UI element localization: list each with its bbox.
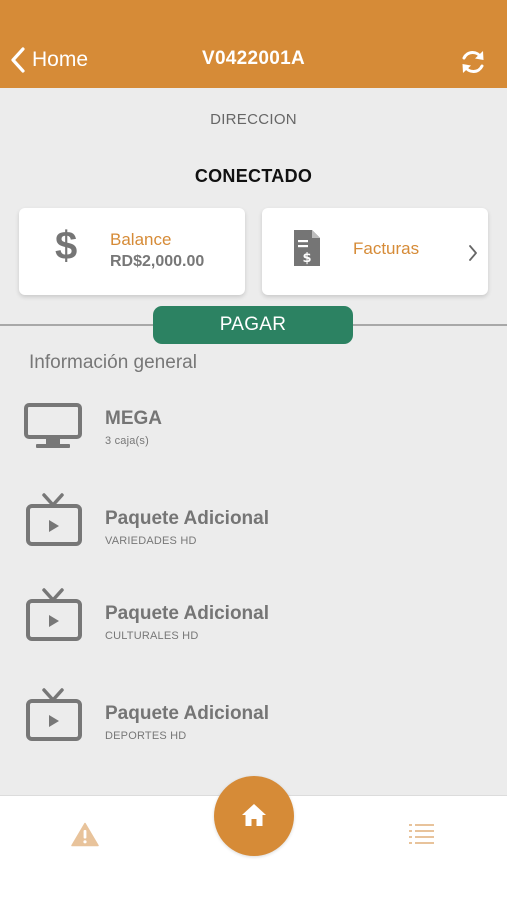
invoices-label: Facturas bbox=[353, 239, 420, 258]
home-button[interactable] bbox=[214, 776, 294, 856]
tv-play-icon bbox=[26, 493, 82, 546]
service-item: Paquete Adicional VARIEDADES HD bbox=[0, 493, 507, 563]
service-detail: 3 caja(s) bbox=[105, 435, 149, 447]
warning-icon[interactable] bbox=[71, 822, 99, 847]
tv-play-icon bbox=[26, 688, 82, 741]
list-icon[interactable] bbox=[409, 823, 434, 844]
home-icon bbox=[242, 804, 266, 826]
app-header: Home V0422001A bbox=[0, 0, 507, 88]
dollar-icon: $ bbox=[55, 224, 78, 268]
pay-button[interactable]: PAGAR bbox=[153, 306, 353, 344]
tv-play-icon bbox=[26, 588, 82, 641]
chevron-right-icon bbox=[469, 245, 477, 261]
balance-value: RD$2,000.00 bbox=[110, 253, 205, 270]
refresh-icon[interactable] bbox=[459, 48, 487, 76]
service-name: MEGA bbox=[105, 408, 162, 429]
balance-label: Balance bbox=[110, 230, 172, 249]
invoice-document-icon: $ bbox=[294, 230, 320, 266]
service-detail: CULTURALES HD bbox=[105, 630, 199, 642]
service-name: Paquete Adicional bbox=[105, 508, 269, 529]
service-name: Paquete Adicional bbox=[105, 603, 269, 624]
service-item: Paquete Adicional DEPORTES HD bbox=[0, 688, 507, 758]
service-name: Paquete Adicional bbox=[105, 703, 269, 724]
general-info-title: Información general bbox=[29, 352, 197, 373]
account-address: DIRECCION bbox=[210, 111, 297, 128]
connection-status: CONECTADO bbox=[194, 166, 313, 186]
balance-card[interactable]: $ Balance RD$2,000.00 bbox=[19, 208, 245, 295]
monitor-icon bbox=[24, 403, 82, 448]
service-item: Paquete Adicional CULTURALES HD bbox=[0, 588, 507, 658]
page-title: V0422001A bbox=[201, 48, 306, 69]
service-item: MEGA 3 caja(s) bbox=[0, 403, 507, 463]
service-detail: DEPORTES HD bbox=[105, 730, 187, 742]
invoices-card[interactable]: $ Facturas bbox=[262, 208, 488, 295]
svg-text:$: $ bbox=[302, 251, 311, 266]
service-detail: VARIEDADES HD bbox=[105, 535, 197, 547]
